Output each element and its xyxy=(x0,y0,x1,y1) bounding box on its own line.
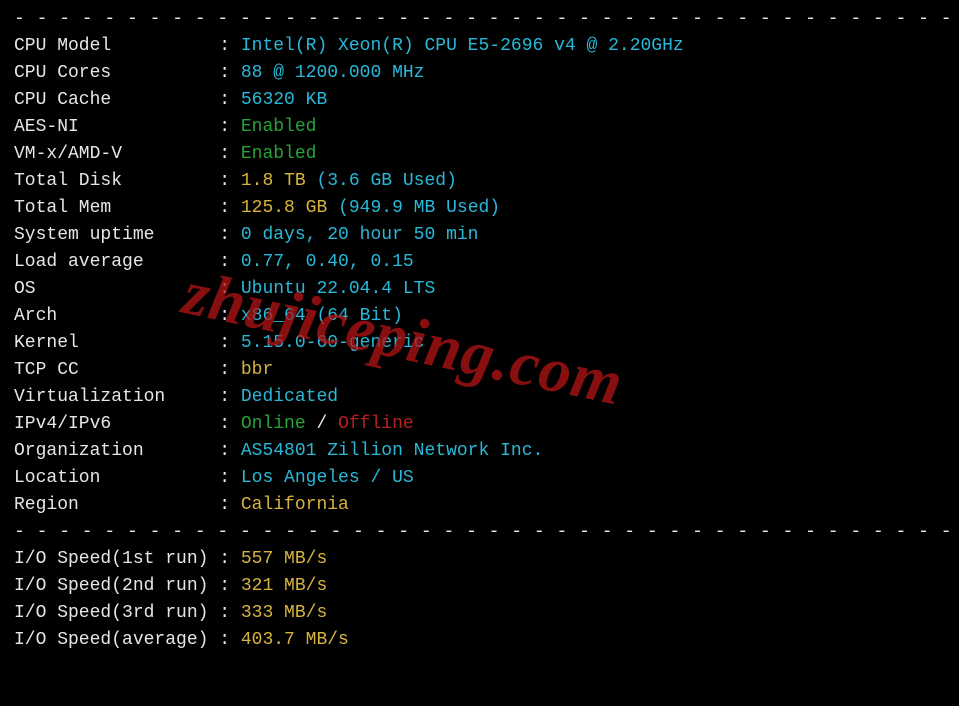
ipv-sep: / xyxy=(306,414,338,434)
label-cpu-cache: CPU Cache xyxy=(14,90,208,110)
value-cpu-cores: 88 @ 1200.000 MHz xyxy=(241,63,425,83)
value-aes-ni: Enabled xyxy=(241,117,317,137)
label-aes-ni: AES-NI xyxy=(14,117,208,137)
label-total-disk: Total Disk xyxy=(14,171,208,191)
label-io-2: I/O Speed(2nd run) xyxy=(14,576,208,596)
value-kernel: 5.15.0-60-generic xyxy=(241,333,425,353)
row-total-disk: Total Disk : 1.8 TB (3.6 GB Used) xyxy=(14,168,945,195)
row-uptime: System uptime : 0 days, 20 hour 50 min xyxy=(14,222,945,249)
label-io-1: I/O Speed(1st run) xyxy=(14,549,208,569)
value-uptime: 0 days, 20 hour 50 min xyxy=(241,225,479,245)
value-ipv6: Offline xyxy=(338,414,414,434)
value-total-mem: 125.8 GB xyxy=(241,198,327,218)
row-io-avg: I/O Speed(average) : 403.7 MB/s xyxy=(14,627,945,654)
row-aes-ni: AES-NI : Enabled xyxy=(14,114,945,141)
label-location: Location xyxy=(14,468,208,488)
value-cpu-model: Intel(R) Xeon(R) CPU E5-2696 v4 @ 2.20GH… xyxy=(241,36,684,56)
label-virt: Virtualization xyxy=(14,387,208,407)
row-vmx: VM-x/AMD-V : Enabled xyxy=(14,141,945,168)
value-io-3: 333 MB/s xyxy=(241,603,327,623)
value-load: 0.77, 0.40, 0.15 xyxy=(241,252,414,272)
value-location: Los Angeles / US xyxy=(241,468,414,488)
value-io-2: 321 MB/s xyxy=(241,576,327,596)
row-cpu-cores: CPU Cores : 88 @ 1200.000 MHz xyxy=(14,60,945,87)
row-os: OS : Ubuntu 22.04.4 LTS xyxy=(14,276,945,303)
value-arch: x86_64 (64 Bit) xyxy=(241,306,403,326)
row-region: Region : California xyxy=(14,492,945,519)
label-cpu-cores: CPU Cores xyxy=(14,63,208,83)
row-cpu-model: CPU Model : Intel(R) Xeon(R) CPU E5-2696… xyxy=(14,33,945,60)
value-io-1: 557 MB/s xyxy=(241,549,327,569)
row-location: Location : Los Angeles / US xyxy=(14,465,945,492)
divider-top: - - - - - - - - - - - - - - - - - - - - … xyxy=(14,6,945,33)
label-vmx: VM-x/AMD-V xyxy=(14,144,208,164)
row-arch: Arch : x86_64 (64 Bit) xyxy=(14,303,945,330)
row-org: Organization : AS54801 Zillion Network I… xyxy=(14,438,945,465)
row-kernel: Kernel : 5.15.0-60-generic xyxy=(14,330,945,357)
value-tcp-cc: bbr xyxy=(241,360,273,380)
label-os: OS xyxy=(14,279,208,299)
label-arch: Arch xyxy=(14,306,208,326)
label-io-avg: I/O Speed(average) xyxy=(14,630,208,650)
row-io-1: I/O Speed(1st run) : 557 MB/s xyxy=(14,546,945,573)
label-cpu-model: CPU Model xyxy=(14,36,208,56)
row-cpu-cache: CPU Cache : 56320 KB xyxy=(14,87,945,114)
value-total-disk: 1.8 TB xyxy=(241,171,306,191)
label-kernel: Kernel xyxy=(14,333,208,353)
row-ipv: IPv4/IPv6 : Online / Offline xyxy=(14,411,945,438)
row-tcp-cc: TCP CC : bbr xyxy=(14,357,945,384)
value-total-mem-used: (949.9 MB Used) xyxy=(327,198,500,218)
label-region: Region xyxy=(14,495,208,515)
row-total-mem: Total Mem : 125.8 GB (949.9 MB Used) xyxy=(14,195,945,222)
label-total-mem: Total Mem xyxy=(14,198,208,218)
label-uptime: System uptime xyxy=(14,225,208,245)
value-io-avg: 403.7 MB/s xyxy=(241,630,349,650)
row-virt: Virtualization : Dedicated xyxy=(14,384,945,411)
row-io-2: I/O Speed(2nd run) : 321 MB/s xyxy=(14,573,945,600)
divider-mid: - - - - - - - - - - - - - - - - - - - - … xyxy=(14,519,945,546)
label-ipv: IPv4/IPv6 xyxy=(14,414,208,434)
value-cpu-cache: 56320 KB xyxy=(241,90,327,110)
value-virt: Dedicated xyxy=(241,387,338,407)
value-org: AS54801 Zillion Network Inc. xyxy=(241,441,543,461)
row-io-3: I/O Speed(3rd run) : 333 MB/s xyxy=(14,600,945,627)
value-vmx: Enabled xyxy=(241,144,317,164)
value-os: Ubuntu 22.04.4 LTS xyxy=(241,279,435,299)
value-ipv4: Online xyxy=(241,414,306,434)
value-region: California xyxy=(241,495,349,515)
row-load: Load average : 0.77, 0.40, 0.15 xyxy=(14,249,945,276)
label-io-3: I/O Speed(3rd run) xyxy=(14,603,208,623)
label-tcp-cc: TCP CC xyxy=(14,360,208,380)
label-load: Load average xyxy=(14,252,208,272)
value-total-disk-used: (3.6 GB Used) xyxy=(306,171,457,191)
label-org: Organization xyxy=(14,441,208,461)
